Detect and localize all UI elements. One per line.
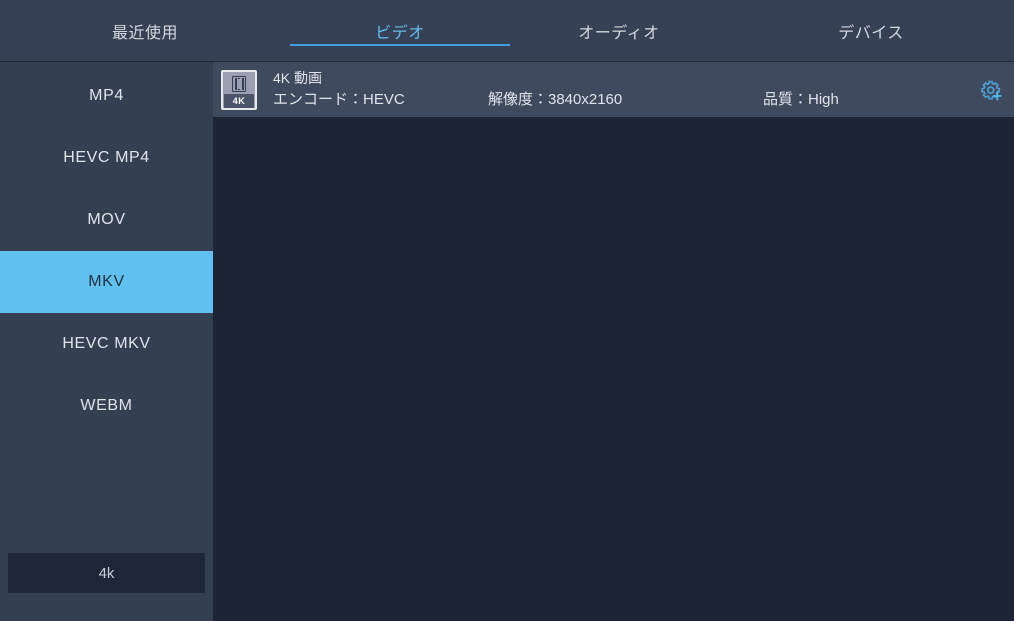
tab-video-underline [290, 44, 510, 46]
tab-device[interactable]: デバイス [728, 0, 1014, 62]
sidebar-bottom-area: 4k [0, 553, 213, 621]
preset-quality: 品質：High [763, 91, 839, 108]
tab-audio[interactable]: オーディオ [510, 0, 728, 62]
preset-meta-row: エンコード：HEVC 解像度：3840x2160 品質：High [273, 90, 968, 110]
preset-info: 4K 動画 エンコード：HEVC 解像度：3840x2160 品質：High [273, 69, 968, 110]
film-strip-icon: 4K [221, 69, 257, 110]
tab-audio-label: オーディオ [578, 25, 660, 42]
preset-encode: エンコード：HEVC [273, 91, 405, 108]
preset-row[interactable]: 4K 4K 動画 エンコード：HEVC 解像度：3840x2160 品質：Hig… [213, 62, 1014, 117]
preset-panel: 4K 4K 動画 エンコード：HEVC 解像度：3840x2160 品質：Hig… [213, 62, 1014, 621]
preset-empty-area [213, 117, 1014, 621]
app-window: 最近使用 ビデオ オーディオ デバイス MP4 HEVC MP4 MOV MKV… [0, 0, 1014, 621]
gear-plus-icon[interactable] [968, 79, 1014, 101]
sidebar-item-mkv-label: MKV [88, 273, 125, 290]
content-body: MP4 HEVC MP4 MOV MKV HEVC MKV WEBM 4k 4K… [0, 62, 1014, 621]
sidebar-item-hevc-mkv-label: HEVC MKV [62, 335, 151, 352]
preset-4k-badge: 4K [224, 93, 254, 108]
film-strip-frame [238, 77, 240, 90]
sidebar-item-mp4-label: MP4 [89, 87, 124, 104]
sidebar-item-mov[interactable]: MOV [0, 189, 213, 251]
sidebar-item-webm-label: WEBM [80, 397, 133, 414]
sidebar-item-mov-label: MOV [87, 211, 126, 228]
top-tab-bar: 最近使用 ビデオ オーディオ デバイス [0, 0, 1014, 62]
format-list: MP4 HEVC MP4 MOV MKV HEVC MKV WEBM [0, 65, 213, 437]
sidebar-item-webm[interactable]: WEBM [0, 375, 213, 437]
sidebar-item-hevc-mkv[interactable]: HEVC MKV [0, 313, 213, 375]
film-strip-glyph [232, 75, 246, 92]
sidebar-item-hevc-mp4-label: HEVC MP4 [63, 149, 150, 166]
tab-video-label: ビデオ [375, 25, 425, 42]
resolution-filter-4k-button[interactable]: 4k [8, 553, 205, 593]
preset-title: 4K 動画 [273, 70, 323, 86]
preset-resolution: 解像度：3840x2160 [488, 91, 623, 108]
sidebar-item-mp4[interactable]: MP4 [0, 65, 213, 127]
tab-recent[interactable]: 最近使用 [0, 0, 290, 62]
resolution-filter-4k-label: 4k [98, 564, 115, 582]
format-sidebar: MP4 HEVC MP4 MOV MKV HEVC MKV WEBM 4k [0, 62, 213, 621]
tab-device-label: デバイス [838, 25, 904, 42]
tab-recent-label: 最近使用 [111, 25, 178, 42]
sidebar-item-hevc-mp4[interactable]: HEVC MP4 [0, 127, 213, 189]
sidebar-item-mkv[interactable]: MKV [0, 251, 213, 313]
tab-video[interactable]: ビデオ [290, 0, 510, 62]
